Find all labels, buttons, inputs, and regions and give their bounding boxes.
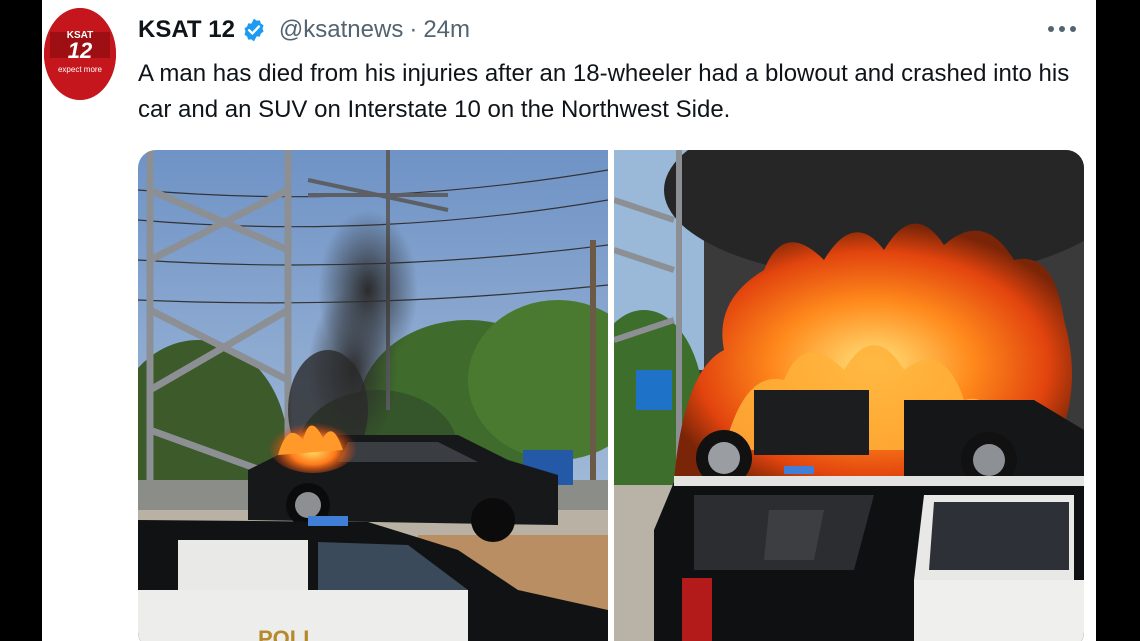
tweet-header: KSAT 12 @ksatnews · 24m <box>138 14 470 46</box>
car-fire-image: POLI <box>138 150 608 641</box>
display-name[interactable]: KSAT 12 <box>138 16 235 44</box>
photo-car-fire[interactable]: POLI <box>138 150 608 641</box>
avatar[interactable]: KSAT 12 expect more <box>44 8 116 100</box>
ksat-logo: KSAT 12 expect more <box>44 8 116 100</box>
tweet-card: KSAT 12 expect more KSAT 12 @ksatnews · … <box>42 0 1096 641</box>
svg-text:expect more: expect more <box>58 65 103 74</box>
more-options-button[interactable] <box>1042 14 1082 44</box>
suv-fire-image <box>614 150 1084 641</box>
photo-suv-fire[interactable] <box>614 150 1084 641</box>
separator-dot: · <box>409 16 418 43</box>
verified-badge-icon <box>244 18 264 42</box>
media-grid: POLI <box>138 150 1084 641</box>
handle[interactable]: @ksatnews <box>279 16 403 44</box>
svg-text:POLI: POLI <box>258 626 309 641</box>
more-options-icon <box>1048 26 1076 32</box>
tweet-text: A man has died from his injuries after a… <box>138 60 1070 123</box>
svg-text:12: 12 <box>68 38 93 63</box>
timestamp[interactable]: 24m <box>423 16 470 44</box>
